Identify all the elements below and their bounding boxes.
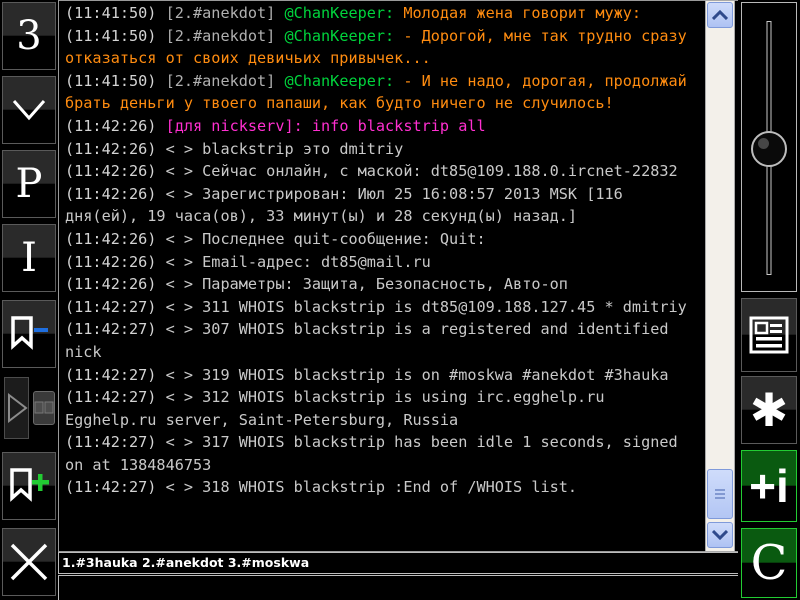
chat-log-text: (11:41:50) [2.#anekdot] @ChanKeeper: Мол… <box>59 1 703 499</box>
bookmark-minus-icon <box>11 316 48 350</box>
chat-line: (11:42:27) < > 312 WHOIS blackstrip is u… <box>65 386 699 431</box>
chat-timestamp: (11:41:50) <box>65 4 166 22</box>
chat-server-message: < > Параметры: Защита, Безопасность, Авт… <box>165 275 568 294</box>
chat-message: Молодая жена говорит мужу: <box>403 4 642 22</box>
private-messages-button[interactable]: P <box>2 150 56 218</box>
chat-timestamp: (11:42:26) <box>65 229 166 248</box>
left-toolbar: 3 P I <box>0 0 58 600</box>
chat-server-message: < > 318 WHOIS blackstrip :End of /WHOIS … <box>165 478 578 497</box>
scrollbar-down-button[interactable] <box>707 522 733 548</box>
chat-timestamp: (11:41:50) <box>65 26 166 45</box>
irc-client-window: 3 P I (11:41:50) [2.#anekdot] @ChanKeepe… <box>0 0 800 600</box>
chat-timestamp: (11:42:26) <box>65 184 166 203</box>
bookmark-plus-icon <box>10 468 49 502</box>
chat-timestamp: (11:42:27) <box>65 478 166 497</box>
play-pause-group <box>2 376 56 440</box>
pause-button[interactable] <box>33 391 55 425</box>
play-icon <box>7 393 28 423</box>
chat-timestamp: (11:42:26) <box>65 162 166 181</box>
chat-timestamp: (11:42:27) <box>65 297 166 316</box>
letter-i-icon: I <box>21 235 37 281</box>
chat-line: (11:42:27) < > 319 WHOIS blackstrip is o… <box>65 364 699 387</box>
chat-server-message: < > 319 WHOIS blackstrip is on #moskwa #… <box>165 365 669 384</box>
bookmark-minus-button[interactable] <box>2 300 56 368</box>
chat-nick: @ChanKeeper: <box>284 4 404 22</box>
chevron-down-icon <box>12 100 46 121</box>
pause-icon <box>34 401 54 414</box>
chat-timestamp: (11:42:27) <box>65 320 166 339</box>
list-view-button[interactable] <box>741 298 797 372</box>
close-button[interactable] <box>2 528 56 596</box>
chat-timestamp: (11:42:27) <box>65 433 166 452</box>
chevron-up-icon <box>712 10 728 20</box>
chat-timestamp: (11:42:27) <box>65 388 166 407</box>
channel-status-bar[interactable]: 1.#3hauka 2.#anekdot 3.#moskwa <box>58 552 738 574</box>
list-panel-icon <box>749 316 789 354</box>
chat-timestamp: (11:41:50) <box>65 71 166 90</box>
chat-line: (11:41:50) [2.#anekdot] @ChanKeeper: - Д… <box>65 25 699 70</box>
chat-channel-tag: [2.#anekdot] <box>165 26 285 45</box>
chat-timestamp: (11:42:27) <box>65 365 166 384</box>
chat-line: (11:42:27) < > 318 WHOIS blackstrip :End… <box>65 476 699 499</box>
channel-number-button[interactable]: 3 <box>2 2 56 70</box>
add-info-button[interactable]: +i <box>741 450 797 522</box>
chat-line: (11:41:50) [2.#anekdot] @ChanKeeper: Мол… <box>65 2 699 25</box>
chat-server-message: < > blackstrip это dmitriy <box>165 139 404 158</box>
info-button[interactable]: I <box>2 224 56 292</box>
chat-timestamp: (11:42:26) <box>65 116 166 135</box>
chat-timestamp: (11:42:26) <box>65 252 166 271</box>
chat-line: (11:42:26) < > Email-адрес: dt85@mail.ru <box>65 251 699 274</box>
vertical-slider[interactable] <box>741 2 797 292</box>
chat-timestamp: (11:42:26) <box>65 139 166 158</box>
letter-c-icon: C <box>750 535 788 591</box>
chat-server-message: < > Последнее quit-сообщение: Quit: <box>165 229 486 248</box>
chat-channel-tag: [2.#anekdot] <box>165 4 285 22</box>
chat-channel-tag: [2.#anekdot] <box>165 71 285 90</box>
connect-button[interactable]: C <box>741 528 797 598</box>
vertical-scrollbar[interactable] <box>705 0 735 552</box>
chevron-down-icon <box>712 530 728 540</box>
chat-line: (11:42:27) < > 311 WHOIS blackstrip is d… <box>65 296 699 319</box>
chat-command: [для nickserv]: info blackstrip all <box>165 116 486 135</box>
right-toolbar: ✱ +i C <box>738 0 800 600</box>
play-button[interactable] <box>4 377 29 439</box>
chat-log-view[interactable]: (11:41:50) [2.#anekdot] @ChanKeeper: Мол… <box>58 0 738 552</box>
chat-server-message: < > Email-адрес: dt85@mail.ru <box>165 252 431 271</box>
message-input[interactable] <box>58 575 738 600</box>
scrollbar-thumb[interactable] <box>707 469 733 519</box>
grip-lines-icon <box>715 489 725 499</box>
plus-i-icon: +i <box>749 460 789 512</box>
chat-timestamp: (11:42:26) <box>65 275 166 294</box>
chat-line: (11:41:50) [2.#anekdot] @ChanKeeper: - И… <box>65 70 699 115</box>
chat-line: (11:42:27) < > 317 WHOIS blackstrip has … <box>65 431 699 476</box>
chat-line: (11:42:26) [для nickserv]: info blackstr… <box>65 115 699 138</box>
digit-3-icon: 3 <box>16 13 42 59</box>
chat-line: (11:42:27) < > 307 WHOIS blackstrip is a… <box>65 318 699 363</box>
chat-line: (11:42:26) < > Последнее quit-сообщение:… <box>65 228 699 251</box>
chat-line: (11:42:26) < > Параметры: Защита, Безопа… <box>65 273 699 296</box>
chat-line: (11:42:26) < > Зарегистрирован: Июл 25 1… <box>65 183 699 228</box>
chat-nick: @ChanKeeper: <box>284 71 404 90</box>
slider-knob[interactable] <box>751 131 787 167</box>
chat-server-message: < > Сейчас онлайн, с маской: dt85@109.18… <box>165 162 678 181</box>
chat-line: (11:42:26) < > Сейчас онлайн, с маской: … <box>65 160 699 183</box>
letter-p-icon: P <box>15 161 43 207</box>
chat-nick: @ChanKeeper: <box>284 26 404 45</box>
scroll-down-button[interactable] <box>2 76 56 144</box>
close-x-icon <box>10 543 48 581</box>
scrollbar-up-button[interactable] <box>707 2 733 28</box>
bookmark-plus-button[interactable] <box>2 452 56 520</box>
chat-server-message: < > 311 WHOIS blackstrip is dt85@109.188… <box>165 297 687 316</box>
asterisk-icon: ✱ <box>749 383 789 437</box>
chat-line: (11:42:26) < > blackstrip это dmitriy <box>65 138 699 161</box>
asterisk-button[interactable]: ✱ <box>741 376 797 444</box>
